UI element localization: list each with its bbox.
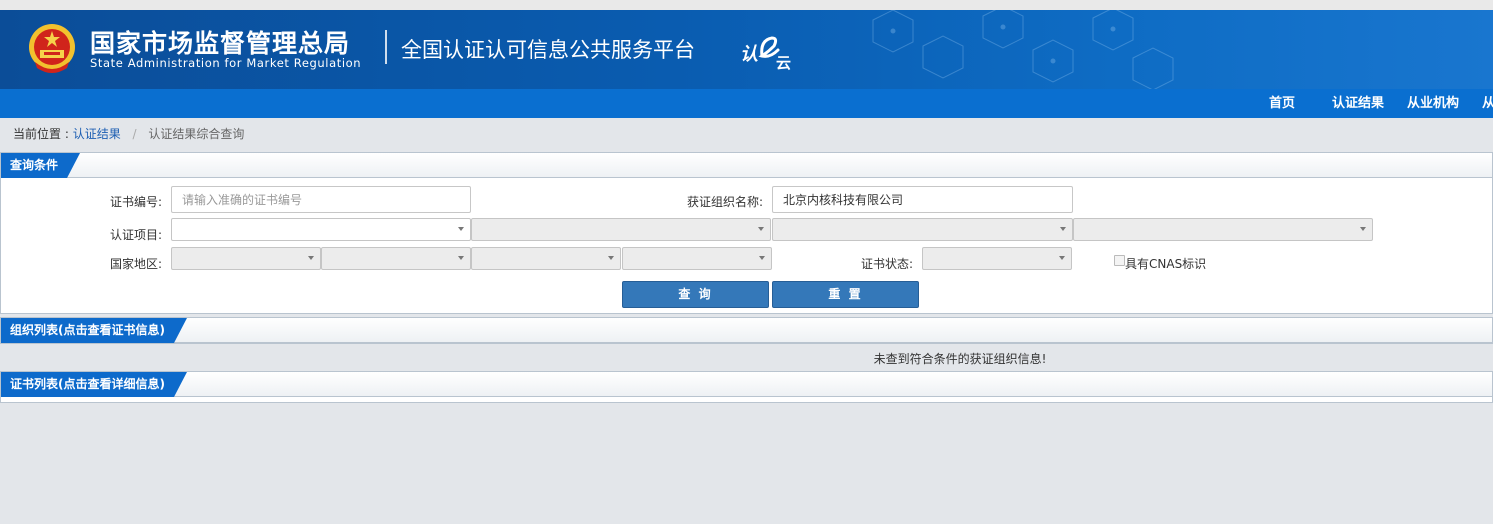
org-list-empty-message: 未查到符合条件的获证组织信息!: [873, 352, 1047, 366]
cert-list-header: 证书列表(点击查看详细信息): [1, 372, 1492, 397]
query-panel-title: 查询条件: [1, 153, 80, 178]
breadcrumb-link-cert-results[interactable]: 认证结果: [73, 127, 121, 141]
org-name-label: 获证组织名称:: [686, 195, 763, 209]
region-select-3[interactable]: [471, 247, 621, 270]
region-select-1[interactable]: [171, 247, 321, 270]
org-list-panel: 组织列表(点击查看证书信息): [0, 317, 1493, 344]
hexagon-pattern: [872, 10, 1174, 89]
cert-no-label: 证书编号:: [109, 195, 162, 209]
breadcrumb-current: 认证结果综合查询: [148, 127, 245, 141]
chevron-down-icon: [458, 227, 464, 231]
chevron-down-icon: [608, 256, 614, 260]
nav-cert-results[interactable]: 认证结果: [1332, 89, 1384, 118]
region-select-4[interactable]: [622, 247, 772, 270]
breadcrumb: 当前位置 : 认证结果 / 认证结果综合查询: [13, 125, 244, 142]
search-button[interactable]: 查 询: [622, 281, 769, 308]
org-list-title: 组织列表(点击查看证书信息): [1, 318, 187, 343]
cert-list-panel: 证书列表(点击查看详细信息): [0, 371, 1493, 403]
org-name-en: State Administration for Market Regulati…: [90, 56, 362, 70]
chevron-down-icon: [1360, 227, 1366, 231]
chevron-down-icon: [1060, 227, 1066, 231]
project-select-2[interactable]: [471, 218, 771, 241]
top-strip: [0, 0, 1493, 10]
chevron-down-icon: [758, 227, 764, 231]
reset-button[interactable]: 重 置: [772, 281, 919, 308]
org-list-header: 组织列表(点击查看证书信息): [1, 318, 1492, 343]
nav-institutions[interactable]: 从业机构: [1407, 89, 1459, 118]
org-name-cn: 国家市场监督管理总局: [90, 29, 351, 58]
chevron-down-icon: [1059, 256, 1065, 260]
svg-text:云: 云: [776, 54, 791, 72]
nav-practitioners[interactable]: 从: [1482, 89, 1493, 118]
project-select-3[interactable]: [772, 218, 1073, 241]
cert-no-input[interactable]: [171, 186, 471, 213]
org-name-input[interactable]: [772, 186, 1073, 213]
region-label: 国家地区:: [109, 257, 162, 271]
cert-list-title: 证书列表(点击查看详细信息): [1, 372, 187, 397]
svg-text:认: 认: [740, 44, 758, 65]
cnas-checkbox[interactable]: [1114, 255, 1125, 266]
header-divider: [385, 30, 387, 64]
chevron-down-icon: [759, 256, 765, 260]
national-emblem-icon: [29, 24, 75, 73]
cnas-label: 具有CNAS标识: [1125, 257, 1207, 271]
main-navbar: 首页 认证结果 从业机构 从: [0, 89, 1493, 118]
renyun-logo: 认 云: [740, 36, 791, 72]
header-banner: 国家市场监督管理总局 State Administration for Mark…: [0, 10, 1493, 89]
project-select-4[interactable]: [1073, 218, 1373, 241]
status-label: 证书状态:: [860, 257, 913, 271]
chevron-down-icon: [308, 256, 314, 260]
chevron-down-icon: [458, 256, 464, 260]
nav-home[interactable]: 首页: [1269, 89, 1295, 118]
region-select-2[interactable]: [321, 247, 471, 270]
breadcrumb-separator: /: [132, 127, 137, 141]
breadcrumb-prefix: 当前位置 :: [13, 127, 69, 141]
query-panel-header: 查询条件: [1, 153, 1492, 178]
project-label: 认证项目:: [109, 228, 162, 242]
project-select-1[interactable]: [171, 218, 471, 241]
platform-title: 全国认证认可信息公共服务平台: [401, 38, 695, 62]
status-select[interactable]: [922, 247, 1072, 270]
